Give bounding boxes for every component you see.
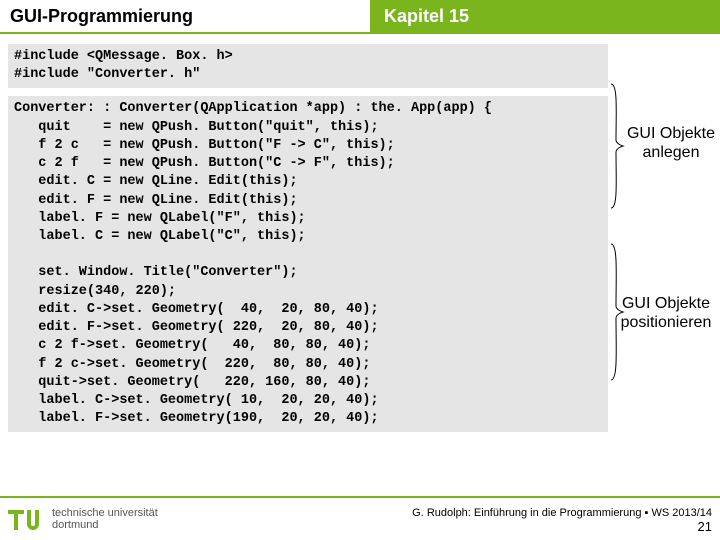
university-name-l2: dortmund <box>52 520 158 532</box>
university-name: technische universität dortmund <box>52 508 158 531</box>
page-number: 21 <box>412 519 712 534</box>
annotation-position-l2: positionieren <box>621 314 712 331</box>
footer-row: technische universität dortmund G. Rudol… <box>0 502 720 540</box>
annotation-position: GUI Objekte positionieren <box>616 294 716 332</box>
slide-footer: technische universität dortmund G. Rudol… <box>0 496 720 540</box>
slide-header: GUI-Programmierung Kapitel 15 <box>0 0 720 32</box>
tu-logo-icon <box>8 504 44 536</box>
footer-divider <box>0 496 720 498</box>
logo: technische universität dortmund <box>8 504 158 536</box>
annotation-position-l1: GUI Objekte <box>622 295 710 312</box>
header-right: Kapitel 15 <box>370 0 720 32</box>
credit-line: G. Rudolph: Einführung in die Programmie… <box>412 507 712 519</box>
code-constructor: Converter: : Converter(QApplication *app… <box>8 96 608 432</box>
annotation-create: GUI Objekte anlegen <box>626 124 716 162</box>
header-left: GUI-Programmierung <box>0 0 370 32</box>
code-includes: #include <QMessage. Box. h> #include "Co… <box>8 44 608 88</box>
slide-content: #include <QMessage. Box. h> #include "Co… <box>0 34 720 432</box>
footer-right: G. Rudolph: Einführung in die Programmie… <box>412 507 712 534</box>
brace-icon <box>610 82 624 210</box>
annotation-create-l2: anlegen <box>643 144 700 161</box>
annotation-create-l1: GUI Objekte <box>627 125 715 142</box>
